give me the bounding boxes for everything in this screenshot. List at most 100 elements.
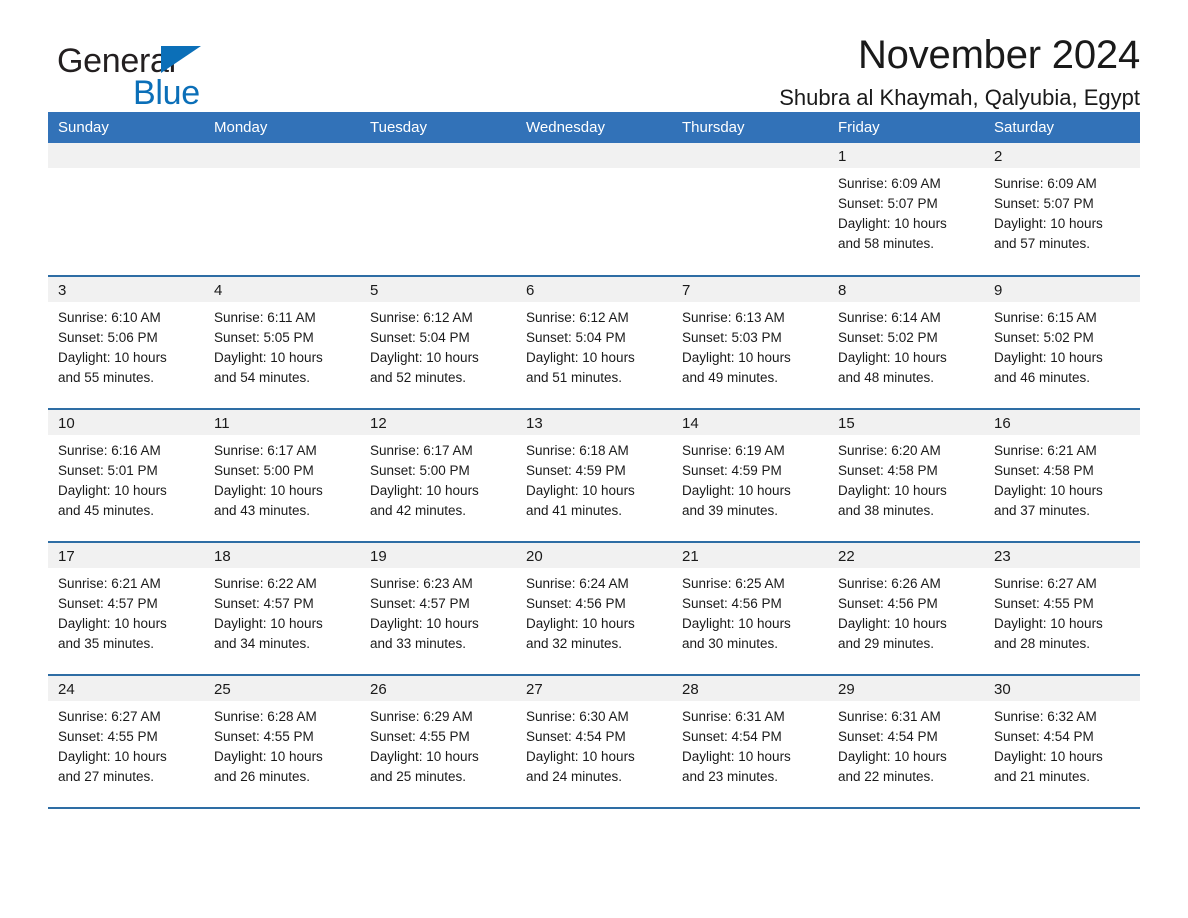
- day-details: Sunrise: 6:18 AM Sunset: 4:59 PM Daylight:…: [516, 435, 672, 521]
- weekday-header-thursday: Thursday: [672, 112, 828, 143]
- calendar-day-cell[interactable]: 9 Sunrise: 6:15 AM Sunset: 5:02 PM Daylight…: [984, 275, 1140, 409]
- calendar-day-cell[interactable]: 5 Sunrise: 6:12 AM Sunset: 5:04 PM Daylight…: [360, 275, 516, 409]
- calendar-day-cell[interactable]: 17 Sunrise: 6:21 AM Sunset: 4:57 PM Dayligh…: [48, 541, 204, 675]
- day-details: Sunrise: 6:23 AM Sunset: 4:57 PM Daylight:…: [360, 568, 516, 654]
- sunrise-text: Sunrise: 6:31 AM: [682, 709, 785, 724]
- sunrise-text: Sunrise: 6:24 AM: [526, 576, 629, 591]
- day-details: Sunrise: 6:19 AM Sunset: 4:59 PM Daylight:…: [672, 435, 828, 521]
- sunset-text: Sunset: 5:00 PM: [370, 463, 470, 478]
- daylight-text: Daylight: 10 hours and 52 minutes.: [370, 350, 479, 385]
- day-number: 18: [204, 543, 360, 568]
- calendar-day-cell[interactable]: 1 Sunrise: 6:09 AM Sunset: 5:07 PM Daylight…: [828, 143, 984, 276]
- daylight-text: Daylight: 10 hours and 26 minutes.: [214, 749, 323, 784]
- day-number: [360, 143, 516, 168]
- sunrise-text: Sunrise: 6:27 AM: [994, 576, 1097, 591]
- sunrise-text: Sunrise: 6:18 AM: [526, 443, 629, 458]
- calendar-page: General Blue November 2024 Shubra al Kha…: [0, 0, 1188, 918]
- calendar-day-cell[interactable]: 29 Sunrise: 6:31 AM Sunset: 4:54 PM Dayligh…: [828, 674, 984, 809]
- weekday-header-saturday: Saturday: [984, 112, 1140, 143]
- calendar-day-cell[interactable]: 19 Sunrise: 6:23 AM Sunset: 4:57 PM Dayligh…: [360, 541, 516, 675]
- day-number: [516, 143, 672, 168]
- day-number: 3: [48, 277, 204, 302]
- calendar-day-cell[interactable]: 3 Sunrise: 6:10 AM Sunset: 5:06 PM Daylight…: [48, 275, 204, 409]
- day-details: Sunrise: 6:22 AM Sunset: 4:57 PM Daylight:…: [204, 568, 360, 654]
- day-number: 2: [984, 143, 1140, 168]
- day-number: 22: [828, 543, 984, 568]
- calendar-day-cell[interactable]: 23 Sunrise: 6:27 AM Sunset: 4:55 PM Dayligh…: [984, 541, 1140, 675]
- calendar-day-cell[interactable]: 18 Sunrise: 6:22 AM Sunset: 4:57 PM Dayligh…: [204, 541, 360, 675]
- calendar-day-cell[interactable]: 30 Sunrise: 6:32 AM Sunset: 4:54 PM Dayligh…: [984, 674, 1140, 809]
- calendar-day-cell[interactable]: 14 Sunrise: 6:19 AM Sunset: 4:59 PM Dayligh…: [672, 408, 828, 542]
- general-blue-logo: General Blue: [57, 44, 257, 114]
- sunset-text: Sunset: 4:58 PM: [994, 463, 1094, 478]
- day-cell-inner: 28 Sunrise: 6:31 AM Sunset: 4:54 PM Dayligh…: [672, 676, 828, 807]
- day-cell-inner: 24 Sunrise: 6:27 AM Sunset: 4:55 PM Dayligh…: [48, 676, 204, 807]
- sunrise-text: Sunrise: 6:26 AM: [838, 576, 941, 591]
- day-number: 17: [48, 543, 204, 568]
- sunrise-text: Sunrise: 6:22 AM: [214, 576, 317, 591]
- daylight-text: Daylight: 10 hours and 41 minutes.: [526, 483, 635, 518]
- calendar-cell-empty: [516, 143, 672, 276]
- day-number: 6: [516, 277, 672, 302]
- sunrise-text: Sunrise: 6:10 AM: [58, 310, 161, 325]
- sunset-text: Sunset: 4:58 PM: [838, 463, 938, 478]
- day-cell-inner: [516, 143, 672, 274]
- calendar-day-cell[interactable]: 13 Sunrise: 6:18 AM Sunset: 4:59 PM Dayligh…: [516, 408, 672, 542]
- sunset-text: Sunset: 4:55 PM: [58, 729, 158, 744]
- calendar-day-cell[interactable]: 21 Sunrise: 6:25 AM Sunset: 4:56 PM Dayligh…: [672, 541, 828, 675]
- sunrise-text: Sunrise: 6:09 AM: [994, 176, 1097, 191]
- calendar-day-cell[interactable]: 15 Sunrise: 6:20 AM Sunset: 4:58 PM Dayligh…: [828, 408, 984, 542]
- calendar-day-cell[interactable]: 8 Sunrise: 6:14 AM Sunset: 5:02 PM Daylight…: [828, 275, 984, 409]
- daylight-text: Daylight: 10 hours and 22 minutes.: [838, 749, 947, 784]
- sunset-text: Sunset: 5:07 PM: [838, 196, 938, 211]
- day-cell-inner: 3 Sunrise: 6:10 AM Sunset: 5:06 PM Daylight…: [48, 277, 204, 408]
- calendar-day-cell[interactable]: 20 Sunrise: 6:24 AM Sunset: 4:56 PM Dayligh…: [516, 541, 672, 675]
- day-cell-inner: 21 Sunrise: 6:25 AM Sunset: 4:56 PM Dayligh…: [672, 543, 828, 674]
- calendar-day-cell[interactable]: 22 Sunrise: 6:26 AM Sunset: 4:56 PM Dayligh…: [828, 541, 984, 675]
- day-details: Sunrise: 6:13 AM Sunset: 5:03 PM Daylight:…: [672, 302, 828, 388]
- calendar-grid: Sunday Monday Tuesday Wednesday Thursday…: [48, 112, 1140, 809]
- sunrise-text: Sunrise: 6:25 AM: [682, 576, 785, 591]
- daylight-text: Daylight: 10 hours and 58 minutes.: [838, 216, 947, 251]
- day-number: 10: [48, 410, 204, 435]
- calendar-day-cell[interactable]: 16 Sunrise: 6:21 AM Sunset: 4:58 PM Dayligh…: [984, 408, 1140, 542]
- calendar-day-cell[interactable]: 12 Sunrise: 6:17 AM Sunset: 5:00 PM Dayligh…: [360, 408, 516, 542]
- sunrise-text: Sunrise: 6:28 AM: [214, 709, 317, 724]
- daylight-text: Daylight: 10 hours and 51 minutes.: [526, 350, 635, 385]
- logo-text-general: General: [57, 42, 176, 80]
- daylight-text: Daylight: 10 hours and 30 minutes.: [682, 616, 791, 651]
- day-details: Sunrise: 6:14 AM Sunset: 5:02 PM Daylight:…: [828, 302, 984, 388]
- calendar-day-cell[interactable]: 4 Sunrise: 6:11 AM Sunset: 5:05 PM Daylight…: [204, 275, 360, 409]
- day-cell-inner: 17 Sunrise: 6:21 AM Sunset: 4:57 PM Dayligh…: [48, 543, 204, 674]
- calendar-day-cell[interactable]: 10 Sunrise: 6:16 AM Sunset: 5:01 PM Dayligh…: [48, 408, 204, 542]
- calendar-day-cell[interactable]: 26 Sunrise: 6:29 AM Sunset: 4:55 PM Dayligh…: [360, 674, 516, 809]
- calendar-day-cell[interactable]: 2 Sunrise: 6:09 AM Sunset: 5:07 PM Daylight…: [984, 143, 1140, 276]
- day-cell-inner: 15 Sunrise: 6:20 AM Sunset: 4:58 PM Dayligh…: [828, 410, 984, 541]
- day-number: 11: [204, 410, 360, 435]
- daylight-text: Daylight: 10 hours and 49 minutes.: [682, 350, 791, 385]
- sunset-text: Sunset: 4:54 PM: [526, 729, 626, 744]
- day-number: 23: [984, 543, 1140, 568]
- calendar-day-cell[interactable]: 24 Sunrise: 6:27 AM Sunset: 4:55 PM Dayligh…: [48, 674, 204, 809]
- sunset-text: Sunset: 4:54 PM: [682, 729, 782, 744]
- day-cell-inner: 29 Sunrise: 6:31 AM Sunset: 4:54 PM Dayligh…: [828, 676, 984, 807]
- weekday-header-monday: Monday: [204, 112, 360, 143]
- daylight-text: Daylight: 10 hours and 23 minutes.: [682, 749, 791, 784]
- calendar-day-cell[interactable]: 27 Sunrise: 6:30 AM Sunset: 4:54 PM Dayligh…: [516, 674, 672, 809]
- daylight-text: Daylight: 10 hours and 45 minutes.: [58, 483, 167, 518]
- calendar-body: 1 Sunrise: 6:09 AM Sunset: 5:07 PM Daylight…: [48, 143, 1140, 809]
- day-details: Sunrise: 6:24 AM Sunset: 4:56 PM Daylight:…: [516, 568, 672, 654]
- logo-text-blue: Blue: [133, 74, 200, 112]
- day-cell-inner: [204, 143, 360, 274]
- day-details: Sunrise: 6:27 AM Sunset: 4:55 PM Daylight:…: [48, 701, 204, 787]
- calendar-day-cell[interactable]: 11 Sunrise: 6:17 AM Sunset: 5:00 PM Dayligh…: [204, 408, 360, 542]
- daylight-text: Daylight: 10 hours and 28 minutes.: [994, 616, 1103, 651]
- day-number: 21: [672, 543, 828, 568]
- calendar-day-cell[interactable]: 7 Sunrise: 6:13 AM Sunset: 5:03 PM Daylight…: [672, 275, 828, 409]
- day-number: 25: [204, 676, 360, 701]
- calendar-day-cell[interactable]: 28 Sunrise: 6:31 AM Sunset: 4:54 PM Dayligh…: [672, 674, 828, 809]
- sunset-text: Sunset: 5:05 PM: [214, 330, 314, 345]
- sunset-text: Sunset: 4:55 PM: [370, 729, 470, 744]
- calendar-day-cell[interactable]: 6 Sunrise: 6:12 AM Sunset: 5:04 PM Daylight…: [516, 275, 672, 409]
- calendar-day-cell[interactable]: 25 Sunrise: 6:28 AM Sunset: 4:55 PM Dayligh…: [204, 674, 360, 809]
